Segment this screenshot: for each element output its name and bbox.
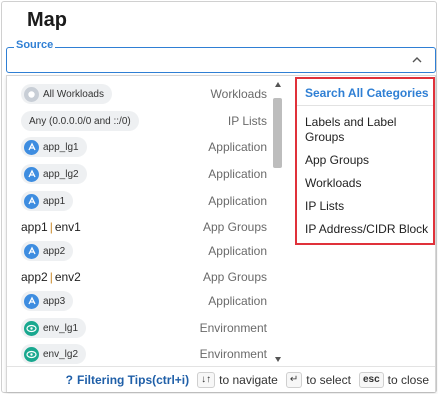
item-text: All Workloads [43,88,104,100]
divider [297,105,433,106]
select-hint: to select [306,372,351,387]
list-item[interactable]: Any (0.0.0.0/0 and ::/0) IP Lists [21,110,267,132]
item-text: env_lg2 [43,348,79,360]
source-field[interactable] [6,47,436,73]
environment-icon [24,320,39,336]
source-label: Source [14,39,56,52]
pill: env_lg1 [21,318,87,338]
map-window: Map Source All Workloads Workloads Any (… [1,1,437,393]
workload-icon [24,86,39,102]
scroll-down-arrow-icon[interactable] [275,357,281,362]
pill: Any (0.0.0.0/0 and ::/0) [21,111,139,131]
item-text: app_lg1 [43,141,79,153]
application-icon [24,293,39,309]
pill: app_lg1 [21,137,87,157]
chevron-up-icon[interactable] [411,54,423,66]
item-category: Application [208,294,267,308]
list-item[interactable]: app1 Application [21,190,267,212]
category-item-ip-lists[interactable]: IP Lists [305,199,431,214]
application-icon [24,243,39,259]
application-icon [24,166,39,182]
item-category: Environment [199,347,267,361]
app-group-env: env1 [54,220,81,234]
dropdown-footer: ? Filtering Tips(ctrl+i) ↓↑ to navigate … [7,366,435,392]
list-item[interactable]: app1 | env1 App Groups [21,216,267,238]
item-text: app3 [43,295,66,307]
pill: app2 [21,241,74,261]
enter-key: ↵ [285,371,303,388]
source-dropdown: All Workloads Workloads Any (0.0.0.0/0 a… [6,75,436,392]
application-icon [24,139,39,155]
environment-icon [24,346,39,362]
list-scrollbar[interactable] [273,82,283,362]
filtering-tips-link[interactable]: ? Filtering Tips(ctrl+i) [66,373,189,387]
navigate-key: ↓↑ [197,371,216,388]
scroll-up-arrow-icon[interactable] [275,82,281,87]
item-category: Environment [199,321,267,335]
source-input[interactable] [15,51,395,69]
filtering-tips-label: Filtering Tips(ctrl+i) [77,372,190,387]
list-item[interactable]: app2 Application [21,240,267,262]
item-category: IP Lists [227,114,267,128]
item-category: Application [208,167,267,181]
app-group-label: app2 | env2 [21,270,81,284]
item-category: Application [208,194,267,208]
page-title: Map [27,9,67,31]
item-text: app_lg2 [43,168,79,180]
app-group-app: app2 [21,270,48,284]
list-item[interactable]: app2 | env2 App Groups [21,266,267,288]
app-group-app: app1 [21,220,48,234]
list-item[interactable]: env_lg1 Environment [21,317,267,339]
item-category: Application [208,140,267,154]
esc-key: esc [358,371,384,388]
list-item[interactable]: app_lg2 Application [21,163,267,185]
item-category: App Groups [202,270,267,284]
list-item[interactable]: All Workloads Workloads [21,83,267,105]
item-category: App Groups [202,220,267,234]
application-icon [24,193,39,209]
close-hint: to close [387,372,429,387]
item-text: app2 [43,245,66,257]
navigate-hint: to navigate [219,372,278,387]
list-item[interactable]: app3 Application [21,290,267,312]
category-item-ip-cidr[interactable]: IP Address/CIDR Block [305,222,431,237]
suggestion-list: All Workloads Workloads Any (0.0.0.0/0 a… [7,76,287,366]
category-item-workloads[interactable]: Workloads [305,176,431,191]
item-text: Any (0.0.0.0/0 and ::/0) [29,115,131,127]
category-panel: Search All Categories Labels and Label G… [295,77,435,245]
list-item[interactable]: app_lg1 Application [21,136,267,158]
item-text: app1 [43,195,66,207]
scrollbar-thumb[interactable] [273,98,282,168]
item-category: Application [208,244,267,258]
item-text: env_lg1 [43,322,79,334]
pill: env_lg2 [21,344,87,364]
list-item[interactable]: env_lg2 Environment [21,343,267,365]
app-group-env: env2 [54,270,81,284]
category-item-app-groups[interactable]: App Groups [305,153,431,168]
pill: app3 [21,291,74,311]
pill: app1 [21,191,74,211]
app-group-label: app1 | env1 [21,220,81,234]
pill: All Workloads [21,84,112,104]
help-icon: ? [65,372,74,387]
category-item-labels[interactable]: Labels and Label Groups [305,115,431,145]
item-category: Workloads [210,87,267,101]
pill: app_lg2 [21,164,87,184]
search-all-categories[interactable]: Search All Categories [305,86,429,100]
